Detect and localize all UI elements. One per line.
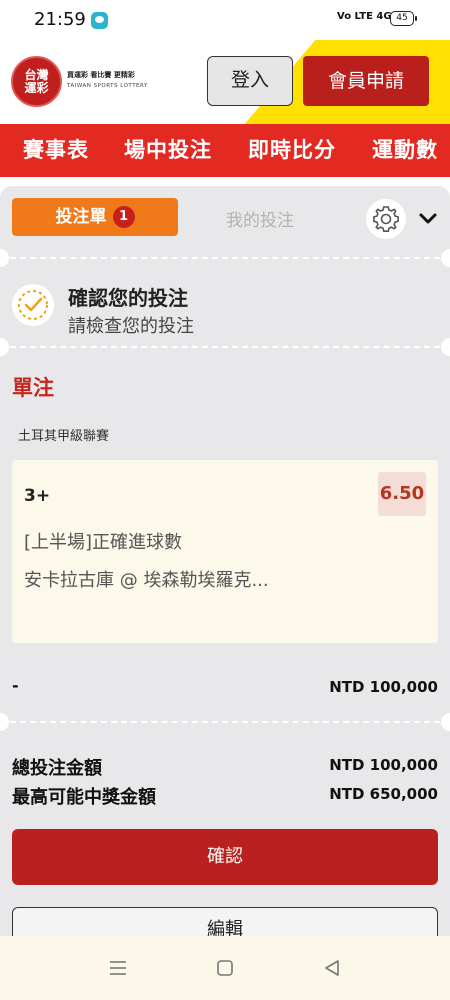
odds-badge: 6.50 [378,472,426,516]
divider [10,721,440,723]
home-icon[interactable] [213,956,237,980]
stake-value: NTD 100,000 [329,678,438,696]
gear-icon [373,206,399,232]
betslip-panel: 投注單 1 我的投注 確認您的投注 請檢查您的投注 單注 土耳其甲級聯賽 3+ 6… [0,186,450,963]
network-indicator: Vo LTE 4G [337,11,392,22]
status-time: 21:59 [34,9,86,30]
status-bar: 21:59 Vo LTE 4G 45 [0,0,450,40]
market-name: [上半場]正確進球數 [24,532,183,553]
nav-tab-live-betting[interactable]: 場中投注 [124,124,212,177]
check-circle-icon [18,290,48,320]
ticket-notch-right [441,338,450,356]
back-icon[interactable] [320,956,344,980]
confirm-title: 確認您的投注 [68,286,188,310]
nav-tab-live-scores[interactable]: 即時比分 [248,124,336,177]
tab-betslip[interactable]: 投注單 1 [12,198,178,236]
ticket-notch-left [0,249,9,267]
ticket-notch-right [441,713,450,731]
divider [10,257,440,259]
confirm-button[interactable]: 確認 [12,829,438,885]
nav-tab-sports-data[interactable]: 運動數 [372,124,438,177]
logo-brand-en: TAIWAN SPORTS LOTTERY [67,83,148,89]
betslip-count-badge: 1 [112,206,135,228]
match-name: 安卡拉古庫 @ 埃森勒埃羅克... [24,570,269,591]
ticket-notch-right [441,249,450,267]
nav-tab-schedule[interactable]: 賽事表 [23,124,89,177]
main-nav: 賽事表 場中投注 即時比分 運動數 [0,124,450,177]
confirm-status-icon [12,284,54,326]
stake-label: - [12,676,19,695]
total-stake-label: 總投注金額 [12,758,102,779]
tab-betslip-label: 投注單 [55,207,107,227]
ticket-notch-left [0,338,9,356]
logo-text: 買運彩 看比賽 更精彩 TAIWAN SPORTS LOTTERY [67,70,148,89]
collapse-button[interactable] [416,206,440,230]
logo[interactable]: 台灣 運彩 [11,56,62,107]
login-button[interactable]: 登入 [207,56,293,106]
ticket-notch-left [0,713,9,731]
menu-icon[interactable] [106,956,130,980]
chevron-down-icon [419,213,437,224]
battery-icon: 45 [390,11,417,26]
tab-my-bets[interactable]: 我的投注 [226,206,294,231]
logo-line-2: 運彩 [24,81,49,95]
bet-selection-card[interactable]: 3+ 6.50 [上半場]正確進球數 安卡拉古庫 @ 埃森勒埃羅克... [12,460,438,643]
total-stake-value: NTD 100,000 [329,756,438,774]
section-title-single: 單注 [12,376,54,400]
message-app-icon [91,12,108,29]
logo-tagline: 買運彩 看比賽 更精彩 [67,71,135,79]
register-button[interactable]: 會員申請 [303,56,429,106]
max-payout-label: 最高可能中獎金額 [12,787,156,808]
divider [10,346,440,348]
app-header: 台灣 運彩 買運彩 看比賽 更精彩 TAIWAN SPORTS LOTTERY … [0,40,450,124]
settings-button[interactable] [366,199,406,239]
max-payout-value: NTD 650,000 [329,785,438,803]
selection-label: 3+ [24,486,51,506]
league-name: 土耳其甲級聯賽 [18,429,110,444]
system-nav-bar [0,936,450,1000]
confirm-subtitle: 請檢查您的投注 [68,316,194,337]
